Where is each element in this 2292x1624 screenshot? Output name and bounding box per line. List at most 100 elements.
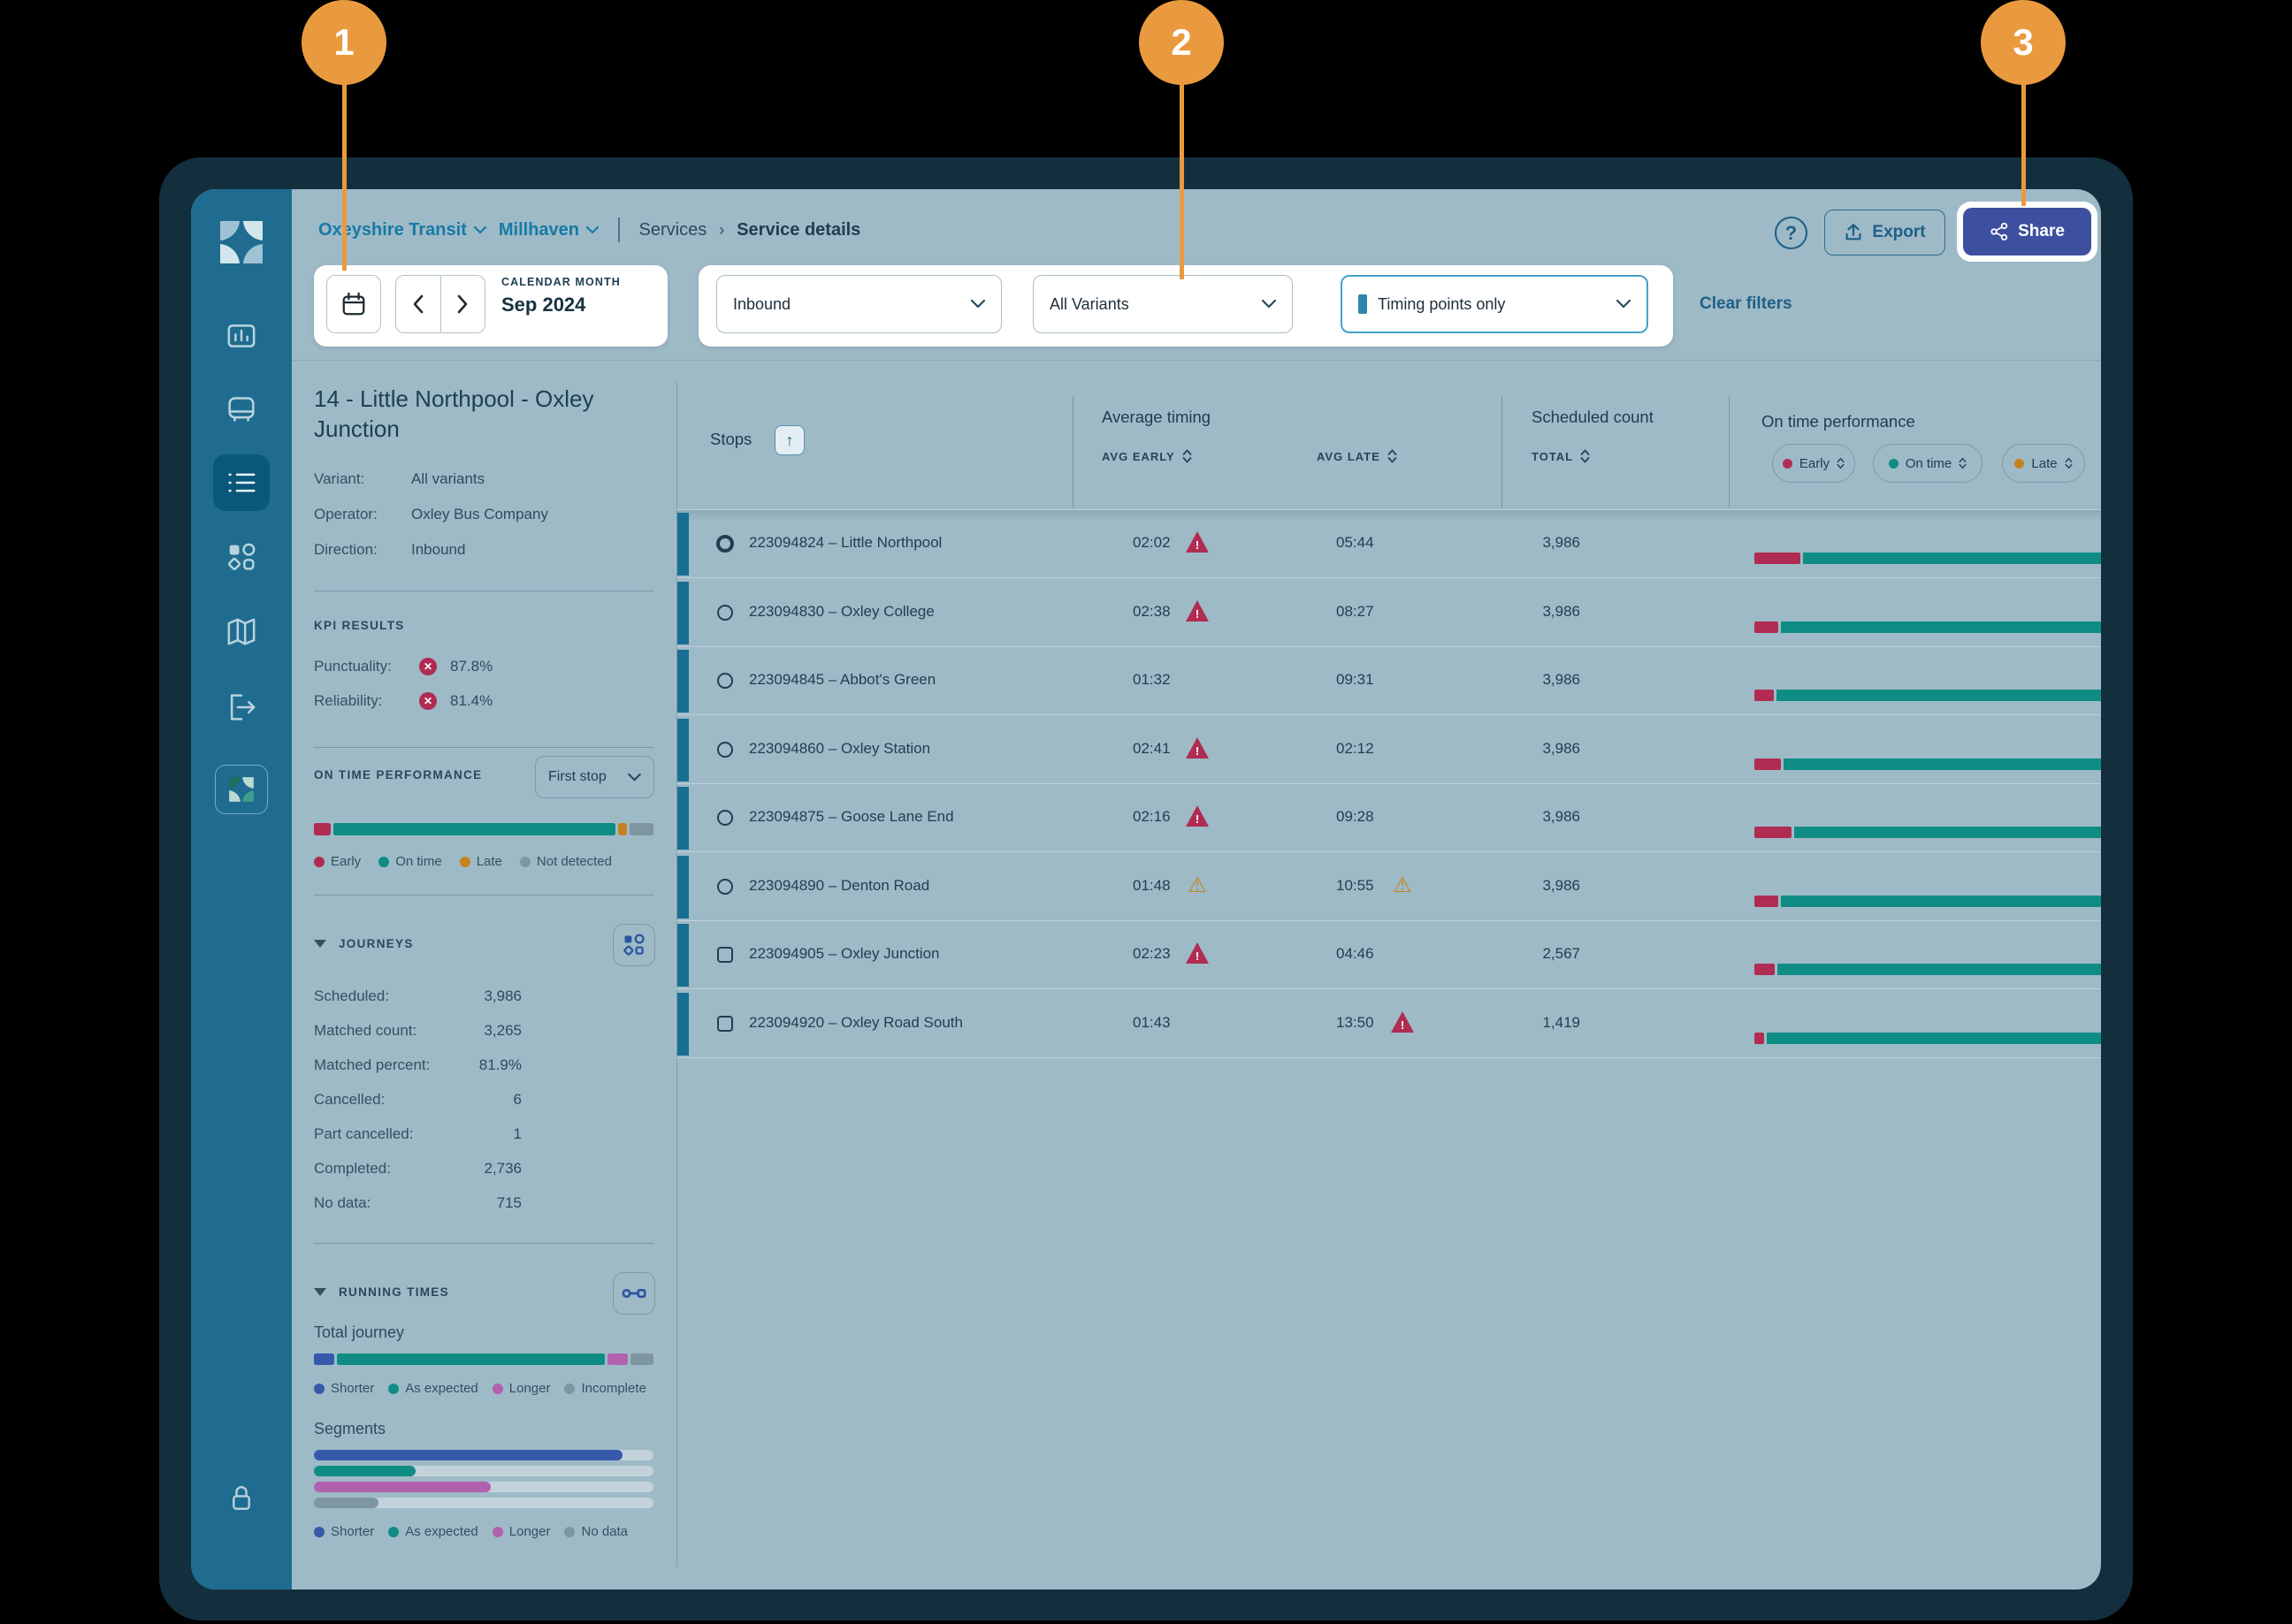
stat-label: Part cancelled: — [314, 1125, 413, 1143]
route-stripe — [677, 582, 689, 644]
clear-filters-link[interactable]: Clear filters — [1700, 294, 1792, 314]
sidebar-item-map[interactable] — [222, 613, 261, 652]
divider — [314, 747, 653, 748]
avg-late-value: 04:46 — [1336, 945, 1374, 963]
column-divider — [1729, 396, 1730, 507]
shorter-dot — [314, 1527, 325, 1537]
stop-label: 223094905 – Oxley Junction — [749, 945, 940, 963]
running-times-view-button[interactable] — [613, 1272, 655, 1315]
shorter-segment — [314, 1353, 334, 1365]
table-row[interactable]: 223094920 – Oxley Road South 01:43 13:50… — [676, 990, 2101, 1058]
collapse-icon — [314, 1288, 326, 1296]
avg-late-value: 08:27 — [1336, 603, 1374, 621]
otp-row-bar — [1754, 964, 2101, 975]
sidebar-item-vehicles[interactable] — [222, 390, 261, 429]
table-row[interactable]: 223094860 – Oxley Station 02:41 02:12 3,… — [676, 716, 2101, 784]
stop-label: 223094920 – Oxley Road South — [749, 1014, 963, 1032]
journeys-view-button[interactable] — [613, 924, 655, 966]
timing-points-select[interactable]: Timing points only — [1341, 275, 1648, 333]
region-selector[interactable]: Millhaven — [499, 220, 599, 240]
scheduled-total-value: 1,419 — [1472, 1014, 1580, 1032]
journeys-section-header[interactable]: JOURNEYS — [314, 937, 414, 950]
asexpected-segment — [337, 1353, 605, 1365]
otp-row-bar — [1754, 553, 2101, 564]
lock-icon — [225, 1481, 258, 1514]
variants-select[interactable]: All Variants — [1033, 275, 1293, 333]
total-column-header[interactable]: TOTAL — [1532, 449, 1590, 463]
otp-ontime-chip[interactable]: On time — [1873, 444, 1983, 483]
table-row[interactable]: 223094875 – Goose Lane End 02:16 09:28 3… — [676, 784, 2101, 852]
direction-select[interactable]: Inbound — [716, 275, 1002, 333]
sidebar-item-app-switcher[interactable] — [215, 765, 268, 814]
stop-label: 223094824 – Little Northpool — [749, 534, 942, 552]
table-row[interactable]: 223094905 – Oxley Junction 02:23 04:46 2… — [676, 921, 2101, 989]
asexpected-dot — [388, 1384, 399, 1394]
table-row[interactable]: 223094830 – Oxley College 02:38 08:27 3,… — [676, 579, 2101, 647]
calendar-picker-button[interactable] — [326, 275, 381, 333]
otp-group-header: On time performance — [1761, 412, 1915, 431]
stops-header: Stops — [710, 430, 752, 449]
otp-row-bar — [1754, 1033, 2101, 1044]
stop-type-icon — [716, 535, 734, 553]
notdetected-dot — [520, 857, 531, 867]
incomplete-segment — [630, 1353, 653, 1365]
mini-pinwheel-icon — [228, 776, 255, 803]
chevron-right-icon — [456, 294, 469, 314]
early-dot — [1783, 459, 1792, 469]
share-button[interactable]: Share — [1963, 208, 2091, 255]
stops-sort-button[interactable]: ↑ — [775, 425, 805, 455]
sort-icon — [1182, 449, 1192, 463]
chevron-down-icon — [1616, 300, 1631, 309]
otp-late-chip[interactable]: Late — [2002, 444, 2085, 483]
prev-month-button[interactable] — [396, 276, 441, 332]
warning-icon — [1186, 600, 1209, 621]
sidebar-item-lock[interactable] — [222, 1478, 261, 1517]
chevron-down-icon — [474, 226, 486, 234]
sidebar-item-dashboard[interactable] — [222, 316, 261, 355]
breadcrumb: Oxeyshire Transit Millhaven Services › S… — [318, 217, 860, 242]
running-times-section-header[interactable]: RUNNING TIMES — [314, 1285, 449, 1299]
breadcrumb-section[interactable]: Services — [639, 220, 707, 240]
avg-early-column-header[interactable]: AVG EARLY — [1102, 449, 1192, 463]
otp-stop-select[interactable]: First stop — [535, 756, 654, 798]
stat-value: 3,265 — [421, 1022, 522, 1040]
chevron-down-icon — [1262, 300, 1276, 309]
table-row[interactable]: 223094824 – Little Northpool 02:02 05:44… — [676, 510, 2101, 578]
sidebar-item-categories[interactable] — [222, 538, 261, 576]
divider — [314, 1243, 653, 1244]
breadcrumb-divider — [618, 217, 620, 242]
avg-early-value: 02:16 — [1133, 808, 1171, 826]
callout-badge-1: 1 — [302, 0, 386, 85]
segment-bar-longer — [314, 1482, 653, 1492]
segments-legend: Shorter As expected Longer No data — [314, 1524, 628, 1539]
next-month-button[interactable] — [441, 276, 485, 332]
table-row[interactable]: 223094890 – Denton Road 01:48 10:55 3,98… — [676, 853, 2101, 921]
table-row[interactable]: 223094845 – Abbot's Green 01:32 09:31 3,… — [676, 647, 2101, 715]
route-stripe — [677, 787, 689, 850]
export-button[interactable]: Export — [1824, 210, 1945, 255]
otp-row-bar — [1754, 896, 2101, 907]
otp-row-bar — [1754, 690, 2101, 701]
direction-value: Inbound — [411, 541, 465, 559]
segments-label: Segments — [314, 1420, 386, 1438]
stop-type-icon — [717, 742, 733, 758]
stop-type-icon — [717, 810, 733, 826]
kpi-fail-icon: ✕ — [419, 692, 437, 710]
stat-label: Matched percent: — [314, 1056, 430, 1074]
otp-row-bar — [1754, 621, 2101, 633]
stop-label: 223094860 – Oxley Station — [749, 740, 930, 758]
longer-segment — [607, 1353, 628, 1365]
stop-type-icon — [717, 879, 733, 895]
sidebar-item-services[interactable] — [222, 463, 261, 502]
calendar-period-label: CALENDAR MONTH — [501, 276, 621, 288]
sidebar-item-signout[interactable] — [222, 688, 261, 727]
avg-late-column-header[interactable]: AVG LATE — [1317, 449, 1397, 463]
otp-early-chip[interactable]: Early — [1772, 444, 1855, 483]
help-button[interactable]: ? — [1775, 217, 1807, 249]
warning-icon — [1391, 1011, 1414, 1033]
chevron-down-icon — [628, 774, 641, 782]
stat-value: 81.9% — [421, 1056, 522, 1074]
stop-type-icon — [717, 1016, 733, 1032]
punctuality-value: 87.8% — [450, 658, 493, 675]
warning-icon — [1186, 737, 1209, 759]
